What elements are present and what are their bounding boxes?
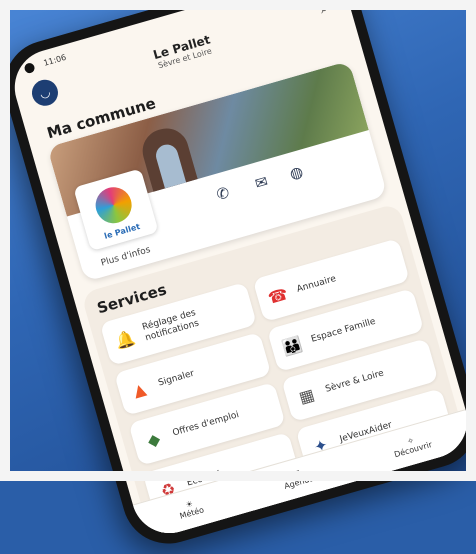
service-label: Espace Famille (309, 316, 377, 345)
nav-meteo[interactable]: ☀ Météo (176, 497, 205, 521)
bell-icon: 🔔 (112, 327, 138, 352)
job-icon: ◆ (145, 428, 163, 451)
service-label: Offres d'emploi (171, 409, 241, 439)
service-label: Sèvre & Loire (324, 368, 385, 395)
status-time: 11:06 (42, 52, 68, 68)
plus-info-link[interactable]: Plus d'infos (100, 245, 152, 269)
phone-icon[interactable]: ✆ (214, 183, 231, 204)
mail-icon[interactable]: ✉ (253, 172, 270, 193)
family-icon: 👪 (279, 333, 305, 358)
nav-decouvrir[interactable]: ✧ Découvrir (391, 431, 433, 460)
cone-icon: ▲ (130, 378, 148, 401)
service-label: Annuaire (295, 273, 338, 295)
front-camera (23, 61, 36, 75)
commune-logo-text: le Pallet (103, 221, 142, 241)
web-icon[interactable]: ◍ (287, 162, 305, 183)
phone-icon: ☎ (265, 283, 291, 308)
commune-logo-mark (91, 182, 136, 228)
nav-agenda[interactable]: ▤ Agenda (281, 465, 315, 491)
service-label: Réglage des notifications (141, 307, 201, 344)
map-icon: ▦ (296, 384, 317, 407)
service-label: Signaler (157, 368, 196, 389)
